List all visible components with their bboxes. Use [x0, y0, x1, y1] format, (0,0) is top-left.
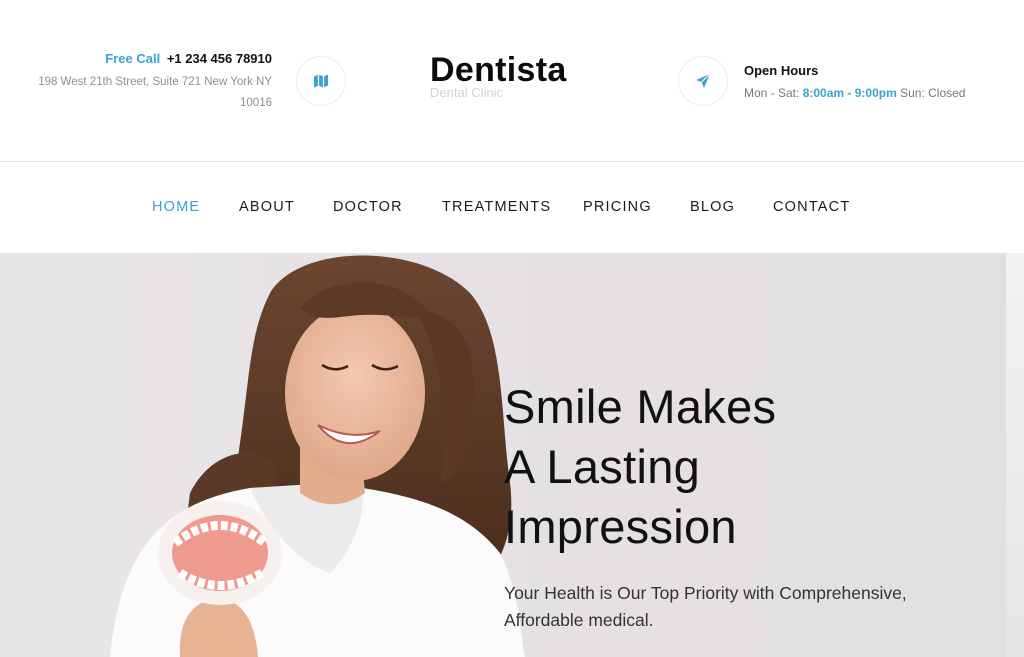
top-header: Free Call +1 234 456 78910 198 West 21th… [0, 0, 1024, 161]
call-line: Free Call +1 234 456 78910 [2, 50, 272, 68]
address-line-1: 198 West 21th Street, Suite 721 New York… [38, 76, 272, 88]
open-hours: Open Hours Mon - Sat: 8:00am - 9:00pm Su… [744, 62, 965, 102]
hero-image [110, 255, 525, 657]
nav-doctor[interactable]: DOCTOR [333, 199, 403, 215]
hours-suffix: Sun: Closed [900, 86, 966, 100]
nav-pricing[interactable]: PRICING [583, 199, 652, 215]
nav-treatments[interactable]: TREATMENTS [442, 199, 551, 215]
hero-title-line-3: Impression [504, 500, 737, 553]
dental-model [158, 501, 282, 605]
hours-prefix: Mon - Sat: [744, 86, 800, 100]
phone-number[interactable]: +1 234 456 78910 [167, 51, 272, 66]
hours-time: 8:00am - 9:00pm [802, 86, 897, 100]
hero-subtitle-line-2: Affordable medical. [504, 610, 654, 630]
site-logo[interactable]: Dentista Dental Clinic [430, 50, 567, 100]
nav-blog[interactable]: BLOG [690, 199, 735, 215]
main-nav: HOME ABOUT DOCTOR TREATMENTS PRICING BLO… [0, 162, 1024, 253]
hero-subtitle-line-1: Your Health is Our Top Priority with Com… [504, 583, 907, 603]
nav-home[interactable]: HOME [152, 199, 200, 215]
hero-section: Smile Makes A Lasting Impression Your He… [0, 253, 1006, 657]
map-icon [296, 56, 346, 106]
hero-title-line-1: Smile Makes [504, 380, 777, 433]
hero-title: Smile Makes A Lasting Impression [504, 377, 984, 557]
contact-info: Free Call +1 234 456 78910 198 West 21th… [2, 50, 272, 114]
free-call-label: Free Call [105, 51, 161, 66]
nav-contact[interactable]: CONTACT [773, 199, 850, 215]
hero-subtitle: Your Health is Our Top Priority with Com… [504, 580, 984, 634]
hours-title: Open Hours [744, 63, 819, 78]
nav-about[interactable]: ABOUT [239, 199, 295, 215]
logo-title: Dentista [430, 51, 567, 89]
hero-side-panel [1006, 253, 1024, 657]
address-line-2: 10016 [240, 97, 272, 109]
hours-text: Mon - Sat: 8:00am - 9:00pm Sun: Closed [744, 84, 965, 102]
address: 198 West 21th Street, Suite 721 New York… [2, 72, 272, 114]
hero-title-line-2: A Lasting [504, 440, 701, 493]
paper-plane-icon [678, 56, 728, 106]
